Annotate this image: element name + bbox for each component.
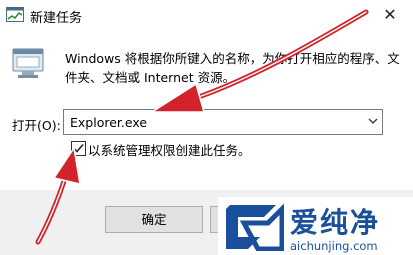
task-manager-icon bbox=[6, 7, 24, 26]
window-title: 新建任务 bbox=[30, 11, 83, 26]
close-button[interactable]: ✕ bbox=[367, 0, 413, 30]
run-program-icon bbox=[12, 46, 46, 83]
title-bar: 新建任务 ✕ bbox=[0, 0, 413, 30]
admin-checkbox[interactable] bbox=[71, 141, 86, 156]
open-input-value[interactable]: Explorer.exe bbox=[70, 115, 147, 130]
dialog-description: Windows 将根据你所键入的名称，为你打开相应的程序、文件夹、文档或 Int… bbox=[65, 51, 400, 85]
watermark: 爱纯净 aichunjing.com bbox=[218, 197, 413, 255]
watermark-brand: 爱纯净 bbox=[290, 206, 381, 239]
aichunjing-logo-icon bbox=[224, 202, 285, 254]
checkmark-icon bbox=[73, 143, 84, 153]
admin-checkbox-label[interactable]: 以系统管理权限创建此任务。 bbox=[88, 140, 251, 159]
open-combobox[interactable]: Explorer.exe bbox=[63, 109, 383, 135]
chevron-down-icon[interactable] bbox=[367, 115, 379, 130]
open-label: 打开(O): bbox=[12, 118, 61, 133]
watermark-site: aichunjing.com bbox=[290, 239, 378, 253]
ok-button[interactable]: 确定 bbox=[105, 206, 203, 233]
